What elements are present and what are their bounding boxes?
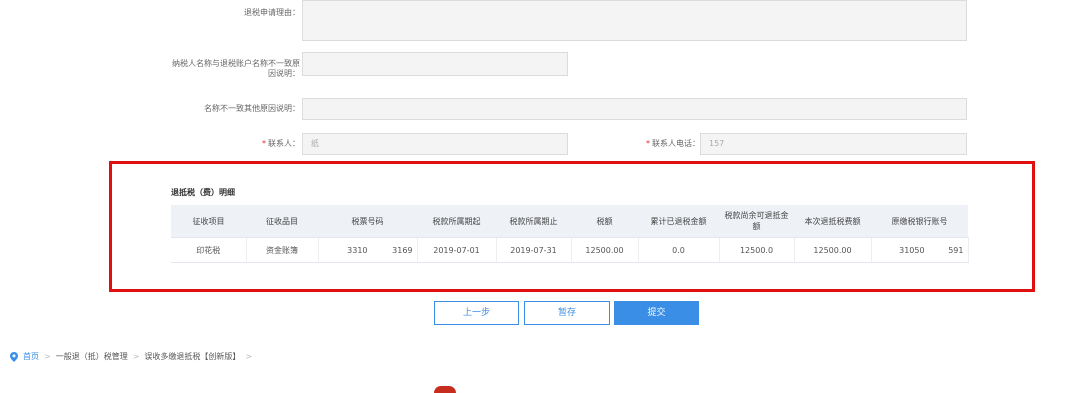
- breadcrumb: 首页 > 一般退（抵）税管理 > 误收多缴退抵税【创新版】 >: [10, 351, 257, 362]
- contact-label: * 联系人：: [220, 139, 300, 149]
- column-header: 税款尚余可退抵金额: [719, 205, 794, 238]
- cell-tax-amount: 12500.00: [571, 237, 639, 263]
- column-header: 税票号码: [318, 205, 417, 238]
- contact-label-text: 联系人：: [268, 139, 300, 148]
- refund-reason-textarea[interactable]: [302, 0, 967, 41]
- breadcrumb-separator: >: [44, 352, 51, 361]
- save-draft-button[interactable]: 暂存: [524, 301, 610, 325]
- column-header: 税款所属期起: [417, 205, 496, 238]
- account-part-a: 31050: [899, 245, 925, 255]
- cell-sub-item: 资金账簿: [246, 237, 319, 263]
- contact-phone-value: 157: [709, 139, 725, 148]
- prev-step-button[interactable]: 上一步: [434, 301, 519, 325]
- submit-button[interactable]: 提交: [614, 301, 699, 325]
- name-mismatch-label-line1: 纳税人名称与退税账户名称不一致原: [172, 59, 300, 68]
- contact-phone-label: * 联系人电话：: [620, 139, 700, 149]
- breadcrumb-item[interactable]: 一般退（抵）税管理: [56, 351, 128, 362]
- emblem-logo: [434, 386, 456, 393]
- other-reason-label: 名称不一致其他原因说明：: [204, 104, 300, 113]
- cell-period-start: 2019-07-01: [417, 237, 497, 263]
- detail-section-title: 退抵税（费）明细: [171, 188, 235, 197]
- contact-phone-input[interactable]: 157: [700, 133, 967, 155]
- cell-refunded-total: 0.0: [638, 237, 720, 263]
- contact-value: 纸: [311, 139, 319, 148]
- column-header: 征收项目: [171, 205, 246, 238]
- contact-input[interactable]: 纸: [302, 133, 568, 155]
- column-header: 税额: [571, 205, 638, 238]
- ticket-no-part-b: 3169: [392, 245, 413, 255]
- name-mismatch-label: 纳税人名称与退税账户名称不一致原 因说明：: [150, 59, 300, 79]
- cell-ticket-no: 3310 3169: [318, 237, 418, 263]
- contact-phone-label-text: 联系人电话：: [652, 139, 700, 148]
- ticket-no-part-a: 3310: [347, 245, 368, 255]
- table-row: 印花税 资金账簿 3310 3169 2019-07-01 2019-07-31…: [171, 237, 969, 263]
- column-header: 本次退抵税费额: [794, 205, 871, 238]
- column-header: 征收品目: [246, 205, 318, 238]
- breadcrumb-separator: >: [245, 352, 253, 361]
- cell-period-end: 2019-07-31: [496, 237, 572, 263]
- name-mismatch-input[interactable]: [302, 52, 568, 76]
- cell-remaining: 12500.0: [719, 237, 795, 263]
- other-reason-input[interactable]: [302, 98, 967, 120]
- account-part-b: 591: [948, 245, 964, 255]
- breadcrumb-separator: >: [132, 352, 140, 361]
- name-mismatch-label-line2: 因说明：: [268, 69, 300, 78]
- detail-header-row: 征收项目 征收品目 税票号码 税款所属期起 税款所属期止 税额 累计已退税金额 …: [171, 205, 968, 238]
- column-header: 税款所属期止: [496, 205, 571, 238]
- breadcrumb-home[interactable]: 首页: [23, 351, 39, 362]
- cell-account: 31050 591: [871, 237, 969, 263]
- required-mark: *: [646, 139, 650, 148]
- location-pin-icon: [10, 351, 18, 362]
- cell-current-refund: 12500.00: [794, 237, 872, 263]
- column-header: 累计已退税金额: [638, 205, 719, 238]
- required-mark: *: [262, 139, 266, 148]
- column-header: 原缴税银行账号: [871, 205, 968, 238]
- cell-item: 印花税: [171, 237, 247, 263]
- refund-reason-label: 退税申请理由：: [244, 8, 300, 17]
- breadcrumb-item: 误收多缴退抵税【创新版】: [144, 352, 241, 361]
- detail-table: 征收项目 征收品目 税票号码 税款所属期起 税款所属期止 税额 累计已退税金额 …: [171, 205, 969, 263]
